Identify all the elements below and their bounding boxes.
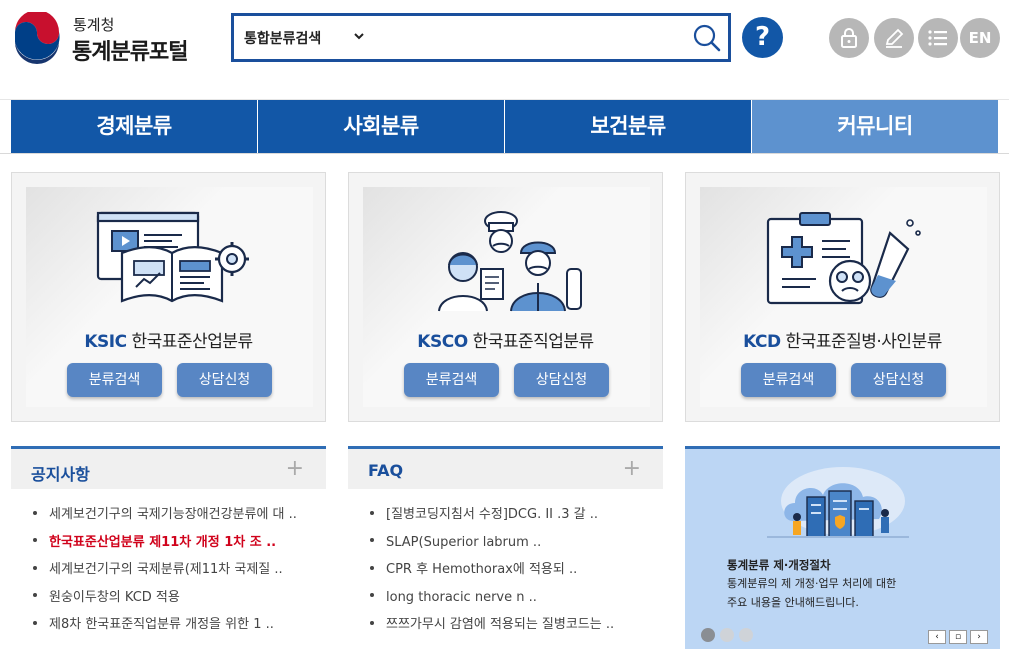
list-item[interactable]: CPR 후 Hemothorax에 적용되 ..	[370, 562, 614, 590]
faq-board: FAQ + [질병코딩지침서 수정]DCG. II .3 갈 .. SLAP(S…	[348, 446, 663, 657]
notice-header: 공지사항 +	[11, 449, 326, 489]
banner-description: 통계분류의 제 개정·업무 처리에 대한	[727, 577, 897, 590]
notice-board: 공지사항 + 세계보건기구의 국제기능장애건강분류에 대 .. 한국표준산업분류…	[11, 446, 326, 657]
ksic-card: KSIC 한국표준산업분류 분류검색 상담신청	[11, 172, 326, 422]
search-icon[interactable]	[692, 23, 722, 53]
banner-title: 통계분류 제·개정절차	[727, 558, 831, 572]
lock-icon	[841, 28, 857, 48]
banner-pager-dot[interactable]	[720, 628, 734, 642]
faq-title[interactable]: FAQ	[368, 461, 403, 480]
banner-pager-dot[interactable]	[739, 628, 753, 642]
banner-description: 주요 내용을 안내해드립니다.	[727, 596, 859, 609]
site-logo[interactable]: 통계청 통계분류포털	[11, 12, 201, 68]
list-item[interactable]: 한국표준산업분류 제11차 개정 1차 조 ..	[33, 535, 297, 563]
header: 통계청 통계분류포털 통합분류검색 ? EN	[0, 0, 1009, 100]
list-item[interactable]: 제8차 한국표준직업분류 개정을 위한 1 ..	[33, 617, 297, 645]
industry-book-illustration	[96, 211, 249, 303]
ksic-title: KSIC 한국표준산업분류	[84, 332, 253, 352]
cloud-server-illustration	[767, 467, 909, 538]
gnb-health[interactable]: 보건분류	[505, 100, 752, 153]
help-button[interactable]: ?	[742, 17, 783, 58]
search-box: 통합분류검색	[231, 13, 731, 62]
site-name: 통계분류포털	[72, 40, 188, 65]
gnb-social[interactable]: 사회분류	[258, 100, 505, 153]
gnb-community[interactable]: 커뮤니티	[752, 100, 998, 153]
search-category-select[interactable]: 통합분류검색	[244, 28, 321, 48]
login-button[interactable]	[829, 18, 869, 58]
list-item[interactable]: 원숭이두창의 KCD 적용	[33, 590, 297, 618]
banner-stop-button[interactable]: ▫	[949, 630, 967, 644]
ksco-card: KSCO 한국표준직업분류 분류검색 상담신청	[348, 172, 663, 422]
banner-pager-dot[interactable]	[701, 628, 715, 642]
list-item[interactable]: 세계보건기구의 국제분류(제11차 국제질 ..	[33, 562, 297, 590]
banner-next-button[interactable]: ›	[970, 630, 988, 644]
list-item[interactable]: SLAP(Superior labrum ..	[370, 535, 614, 563]
kcd-search-button[interactable]: 분류검색	[741, 363, 836, 397]
sitemap-button[interactable]	[918, 18, 958, 58]
occupations-people-illustration	[438, 211, 582, 312]
gnb-divider	[0, 153, 1009, 154]
kcd-title: KCD 한국표준질병·사인분류	[743, 332, 942, 352]
chevron-down-icon[interactable]	[353, 30, 365, 42]
gnb-economy[interactable]: 경제분류	[11, 100, 258, 153]
kcd-card: KCD 한국표준질병·사인분류 분류검색 상담신청	[685, 172, 1000, 422]
list-item[interactable]: long thoracic nerve n ..	[370, 590, 614, 618]
taegeuk-logo-icon	[12, 12, 62, 64]
ksco-consult-button[interactable]: 상담신청	[514, 363, 609, 397]
signup-button[interactable]	[874, 18, 914, 58]
kcd-consult-button[interactable]: 상담신청	[851, 363, 946, 397]
main-navigation: 경제분류 사회분류 보건분류 커뮤니티	[11, 100, 998, 153]
list-item[interactable]: 세계보건기구의 국제기능장애건강분류에 대 ..	[33, 507, 297, 535]
notice-more-button[interactable]: +	[286, 456, 304, 481]
promo-banner[interactable]: 통계분류 제·개정절차 통계분류의 제 개정·업무 처리에 대한 주요 내용을 …	[685, 446, 1000, 649]
faq-list: [질병코딩지침서 수정]DCG. II .3 갈 .. SLAP(Superio…	[370, 507, 614, 645]
search-input[interactable]	[374, 22, 674, 54]
banner-prev-button[interactable]: ‹	[928, 630, 946, 644]
notice-title[interactable]: 공지사항	[31, 461, 90, 485]
ksic-consult-button[interactable]: 상담신청	[177, 363, 272, 397]
pencil-icon	[885, 28, 904, 48]
list-item[interactable]: [질병코딩지침서 수정]DCG. II .3 갈 ..	[370, 507, 614, 535]
ksic-search-button[interactable]: 분류검색	[67, 363, 162, 397]
org-name: 통계청	[73, 16, 115, 34]
ksco-search-button[interactable]: 분류검색	[404, 363, 499, 397]
list-item[interactable]: 쯔쯔가무시 감염에 적용되는 질병코드는 ..	[370, 617, 614, 645]
ksco-title: KSCO 한국표준직업분류	[417, 332, 594, 352]
english-site-button[interactable]: EN	[960, 18, 1000, 58]
notice-list: 세계보건기구의 국제기능장애건강분류에 대 .. 한국표준산업분류 제11차 개…	[33, 507, 297, 645]
faq-more-button[interactable]: +	[623, 456, 641, 481]
faq-header: FAQ +	[348, 449, 663, 489]
list-icon	[928, 30, 947, 46]
medical-chart-illustration	[766, 212, 921, 305]
